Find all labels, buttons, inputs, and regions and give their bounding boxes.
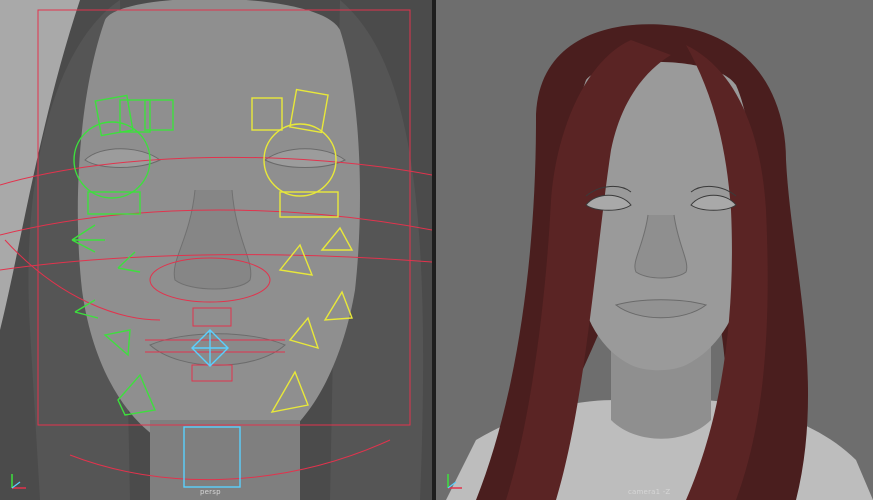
camera-scene[interactable] bbox=[436, 0, 873, 500]
camera-label: persp bbox=[200, 488, 221, 496]
axis-gizmo-icon bbox=[447, 474, 462, 489]
camera-viewport[interactable]: camera1 -Z bbox=[436, 0, 873, 500]
camera-label: camera1 -Z bbox=[628, 488, 671, 496]
axis-gizmo-icon bbox=[11, 474, 26, 489]
persp-scene[interactable] bbox=[0, 0, 432, 500]
persp-viewport[interactable]: persp bbox=[0, 0, 432, 500]
viewport-panels: persp camera1 -Z bbox=[0, 0, 873, 500]
